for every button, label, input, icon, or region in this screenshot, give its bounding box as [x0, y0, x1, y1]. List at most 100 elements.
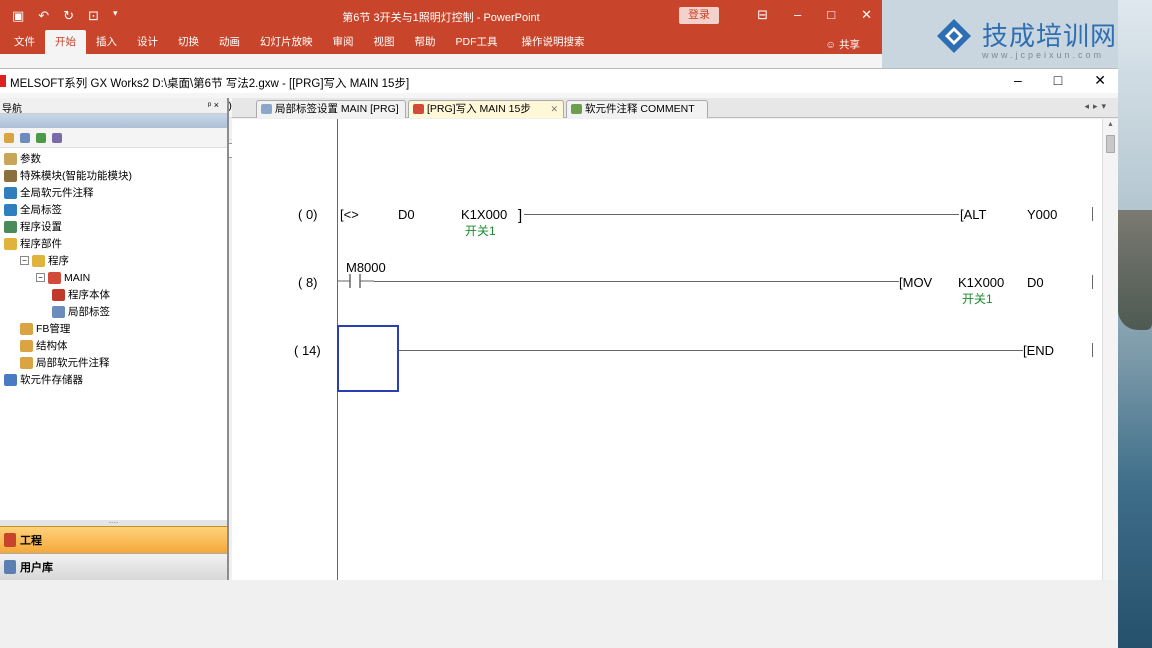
- ribbon-tab[interactable]: 文件: [4, 34, 45, 54]
- ribbon-tab[interactable]: 切换: [168, 34, 209, 54]
- project-tree: 参数特殊模块(智能功能模块) 全局软元件注释全局标签 程序设置程序部件 − 程序 − MAI…: [0, 148, 227, 388]
- logo-diamond-icon: [937, 19, 971, 53]
- tree-item[interactable]: 局部标签: [0, 303, 227, 320]
- tree-item[interactable]: − MAIN: [0, 269, 227, 286]
- end-instruction[interactable]: [END: [1023, 343, 1054, 358]
- ribbon-tab[interactable]: 操作说明搜索: [512, 34, 595, 54]
- project-pane-button[interactable]: 工程: [0, 526, 227, 553]
- compare-instruction[interactable]: [<>: [340, 207, 359, 222]
- tab-local-label[interactable]: 局部标签设置 MAIN [PRG]: [256, 100, 406, 118]
- tree-item-icon: [20, 339, 33, 352]
- tree-item-label: 特殊模块(智能功能模块): [20, 170, 132, 182]
- compare-close-bracket: ]: [518, 207, 523, 224]
- maximize-icon[interactable]: □: [827, 7, 835, 23]
- tree-item-icon: [4, 203, 17, 216]
- rung-wire: [399, 350, 1023, 351]
- tree-item[interactable]: 局部软元件注释: [0, 354, 227, 371]
- login-button[interactable]: 登录: [679, 7, 719, 24]
- minimize-icon[interactable]: –: [794, 7, 801, 23]
- ribbon-tab[interactable]: 开始: [45, 30, 86, 54]
- watermark-logo: 技成培训网 www.jcpeixun.com: [930, 14, 1140, 64]
- alt-instruction[interactable]: [ALT: [960, 207, 987, 222]
- app-icon: [0, 75, 6, 87]
- tab-device-comment[interactable]: 软元件注释 COMMENT: [566, 100, 708, 118]
- nav-section-bar: [0, 114, 227, 128]
- step-number: ( 14): [294, 343, 321, 358]
- close-icon[interactable]: ✕: [1094, 72, 1106, 89]
- ribbon-tab[interactable]: 幻灯片放映: [250, 34, 323, 54]
- close-tab-icon[interactable]: ✕: [550, 101, 558, 117]
- property-icon[interactable]: [20, 132, 30, 143]
- tree-item-icon: [4, 169, 17, 182]
- right-rail-rung2: [1092, 343, 1093, 357]
- open-icon[interactable]: [4, 132, 14, 143]
- close-icon[interactable]: ✕: [861, 7, 872, 23]
- nav-toolbar: [0, 128, 227, 148]
- tree-item[interactable]: − 程序: [0, 252, 227, 269]
- tree-item[interactable]: 参数: [0, 150, 227, 167]
- tree-item[interactable]: 特殊模块(智能功能模块): [0, 167, 227, 184]
- program-icon: [413, 104, 424, 114]
- nav-header: 导航 ᵖ ×: [0, 98, 227, 115]
- edit-cursor[interactable]: [337, 325, 399, 392]
- library-icon: [4, 560, 16, 574]
- ribbon-tab[interactable]: 审阅: [323, 34, 364, 54]
- powerpoint-title: 第6节 3开关与1照明灯控制 - PowerPoint: [342, 12, 540, 24]
- minimize-icon[interactable]: –: [1014, 72, 1022, 89]
- tree-item-label: 结构体: [36, 340, 68, 352]
- label-icon: [261, 104, 272, 114]
- tree-item-label: 软元件存储器: [20, 374, 83, 386]
- logo-url: www.jcpeixun.com: [982, 50, 1105, 60]
- tree-item-icon: [4, 373, 17, 386]
- mov-instruction[interactable]: [MOV: [899, 275, 932, 290]
- tree-item[interactable]: 全局软元件注释: [0, 184, 227, 201]
- scroll-up-icon[interactable]: ▲: [1107, 121, 1114, 128]
- tree-item-icon: [4, 152, 17, 165]
- ribbon-tab[interactable]: PDF工具: [446, 34, 508, 54]
- ribbon-display-icon[interactable]: ⊟: [757, 7, 768, 23]
- refresh-icon[interactable]: [36, 132, 46, 143]
- sort-icon[interactable]: [52, 132, 62, 143]
- alt-operand[interactable]: Y000: [1027, 207, 1057, 222]
- share-button[interactable]: ☺ 共享: [825, 37, 860, 52]
- document-tabs: 局部标签设置 MAIN [PRG] [PRG]写入 MAIN 15步 ✕ 软元件…: [232, 98, 1118, 118]
- tree-item-icon: [20, 322, 33, 335]
- project-pane-icon: [4, 533, 16, 547]
- normally-open-contact-icon[interactable]: [338, 273, 374, 289]
- tree-item-label: 局部软元件注释: [36, 357, 110, 369]
- ribbon-tab[interactable]: 插入: [86, 34, 127, 54]
- ribbon-tab[interactable]: 设计: [127, 34, 168, 54]
- device-comment: 开关1: [962, 292, 993, 306]
- tree-item-icon: [4, 237, 17, 250]
- user-library-button[interactable]: 用户库: [0, 553, 227, 580]
- ribbon-tab[interactable]: 帮助: [405, 34, 446, 54]
- navigation-pane: 导航 ᵖ × 参数特殊模块(智能功能模块) 全局软元件注释全局标签 程序设置程序部件…: [0, 98, 229, 580]
- wallpaper-rock: [1118, 210, 1152, 330]
- compare-operand-1[interactable]: D0: [398, 207, 415, 222]
- ladder-editor[interactable]: ( 0) [<> D0 K1X000 ] 开关1 [ALT Y000 M8000…: [232, 119, 1102, 580]
- tree-item[interactable]: 程序设置: [0, 218, 227, 235]
- collapse-icon[interactable]: −: [20, 256, 29, 265]
- maximize-icon[interactable]: □: [1054, 72, 1062, 89]
- ribbon-tab[interactable]: 视图: [364, 34, 405, 54]
- tree-item-label: 全局软元件注释: [20, 187, 94, 199]
- nav-pin-close[interactable]: ᵖ ×: [208, 100, 219, 110]
- vertical-scrollbar[interactable]: ▲: [1102, 119, 1118, 580]
- mov-operand-1[interactable]: K1X000: [958, 275, 1004, 290]
- tree-item[interactable]: 程序部件: [0, 235, 227, 252]
- tree-item[interactable]: 全局标签: [0, 201, 227, 218]
- tree-item[interactable]: 程序本体: [0, 286, 227, 303]
- right-rail-rung1: [1092, 275, 1093, 289]
- rung-wire: [524, 214, 959, 215]
- tab-scroll-arrows[interactable]: ◂▸▾: [1084, 101, 1110, 112]
- tree-item-label: 程序部件: [20, 238, 62, 250]
- collapse-icon[interactable]: −: [36, 273, 45, 282]
- ribbon-tab[interactable]: 动画: [209, 34, 250, 54]
- tree-item[interactable]: FB管理: [0, 320, 227, 337]
- compare-operand-2[interactable]: K1X000: [461, 207, 507, 222]
- tree-item[interactable]: 软元件存储器: [0, 371, 227, 388]
- tab-program-main[interactable]: [PRG]写入 MAIN 15步 ✕: [408, 100, 564, 118]
- tree-item[interactable]: 结构体: [0, 337, 227, 354]
- scroll-thumb[interactable]: [1106, 135, 1115, 153]
- mov-operand-2[interactable]: D0: [1027, 275, 1044, 290]
